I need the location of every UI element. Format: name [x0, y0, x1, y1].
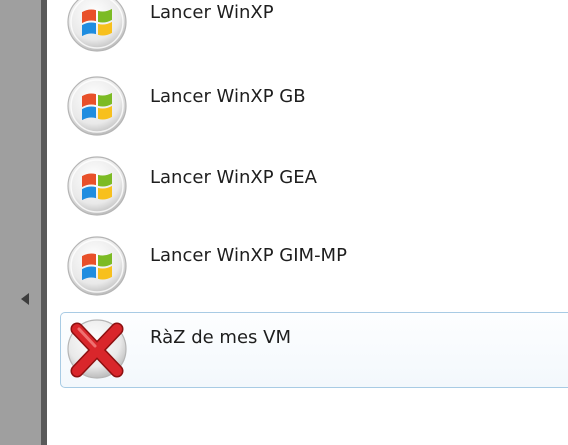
menu-item-label: Lancer WinXP GIM-MP — [150, 245, 347, 266]
windows-logo-icon — [67, 156, 127, 216]
menu-list: Lancer WinXP Lancer WinXP GB Lancer WinX… — [60, 0, 568, 445]
windows-logo-icon — [67, 76, 127, 136]
menu-item-lancer-winxp-gb[interactable]: Lancer WinXP GB — [60, 70, 568, 140]
triangle-left-icon[interactable] — [21, 293, 29, 305]
menu-item-label: Lancer WinXP GEA — [150, 167, 317, 188]
sidebar-panel[interactable] — [0, 0, 47, 445]
windows-logo-icon — [67, 236, 127, 296]
menu-item-lancer-winxp-gea[interactable]: Lancer WinXP GEA — [60, 150, 568, 220]
menu-item-lancer-winxp[interactable]: Lancer WinXP — [60, 0, 568, 57]
sidebar-edge — [41, 0, 47, 445]
menu-item-label: Lancer WinXP — [150, 2, 274, 23]
menu-item-label: Lancer WinXP GB — [150, 86, 306, 107]
red-x-icon — [67, 319, 127, 379]
menu-item-label: RàZ de mes VM — [150, 327, 291, 348]
menu-item-raz-vm[interactable]: RàZ de mes VM — [60, 312, 568, 388]
menu-item-lancer-winxp-gim-mp[interactable]: Lancer WinXP GIM-MP — [60, 230, 568, 300]
windows-logo-icon — [67, 0, 127, 52]
